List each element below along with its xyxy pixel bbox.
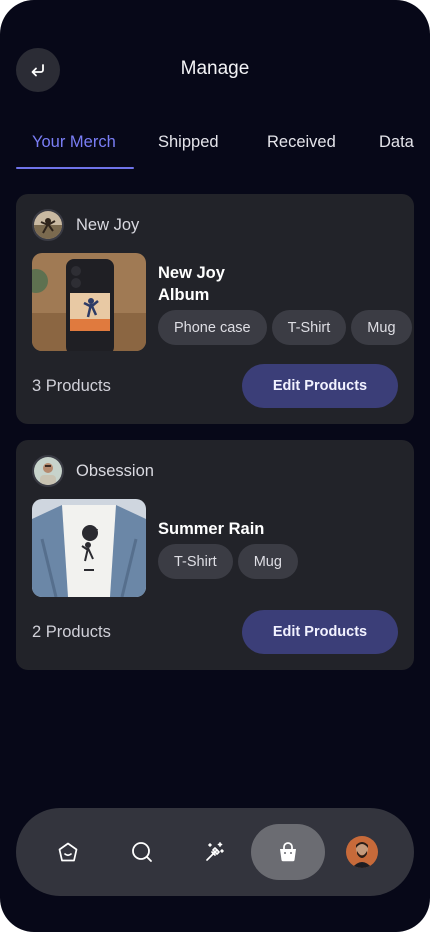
chip-mug[interactable]: Mug <box>351 310 412 345</box>
shopping-bag-icon <box>277 841 299 863</box>
product-type-chips: T-Shirt Mug <box>158 544 298 579</box>
product-count: 2 Products <box>32 623 111 641</box>
artist-row: Obsession <box>32 455 154 487</box>
artist-name: New Joy <box>76 215 140 234</box>
chip-mug[interactable]: Mug <box>237 544 298 579</box>
edit-products-button[interactable]: Edit Products <box>242 364 398 408</box>
home-icon <box>56 840 80 864</box>
product-title: New Joy Album <box>158 264 225 304</box>
magic-wand-icon <box>203 840 227 864</box>
nav-create[interactable] <box>189 826 241 878</box>
search-icon <box>130 840 154 864</box>
nav-profile[interactable] <box>336 826 388 878</box>
tab-shipped[interactable]: Shipped <box>158 133 219 152</box>
nav-home[interactable] <box>42 826 94 878</box>
tab-your-merch[interactable]: Your Merch <box>32 133 116 152</box>
merch-card: Obsession Summer Rain T-Shirt Mug 2 Prod… <box>16 440 414 670</box>
page-title: Manage <box>180 58 250 79</box>
artist-name: Obsession <box>76 461 154 480</box>
product-type-chips: Phone case T-Shirt Mug <box>158 310 412 345</box>
active-tab-indicator <box>16 167 134 169</box>
profile-avatar <box>346 836 378 868</box>
product-title: Summer Rain <box>158 520 265 538</box>
tab-received[interactable]: Received <box>267 133 336 152</box>
chip-t-shirt[interactable]: T-Shirt <box>271 310 347 345</box>
t-shirt-image <box>32 499 146 597</box>
artist-avatar <box>32 209 64 241</box>
chip-phone-case[interactable]: Phone case <box>158 310 267 345</box>
artist-row: New Joy <box>32 209 139 241</box>
app-screen: Manage Your Merch Shipped Received Data … <box>0 0 430 932</box>
edit-products-button[interactable]: Edit Products <box>242 610 398 654</box>
merch-card: New Joy New Joy Album Phone case T-Shirt… <box>16 194 414 424</box>
nav-shop[interactable] <box>251 824 325 880</box>
phone-case-image <box>32 253 146 351</box>
chip-t-shirt[interactable]: T-Shirt <box>158 544 233 579</box>
tab-bar: Your Merch Shipped Received Data <box>0 133 430 173</box>
nav-search[interactable] <box>116 826 168 878</box>
tab-data[interactable]: Data <box>379 133 414 152</box>
product-count: 3 Products <box>32 377 111 395</box>
artist-avatar <box>32 455 64 487</box>
bottom-navigation <box>16 808 414 896</box>
